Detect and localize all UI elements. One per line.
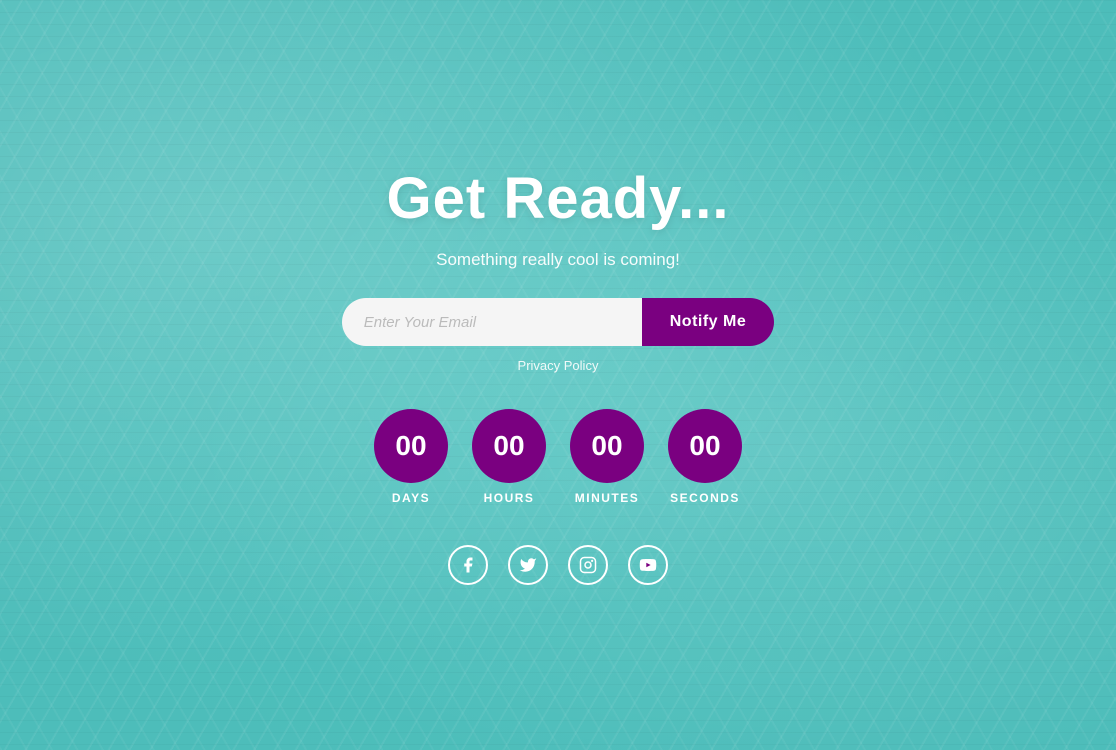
social-icons-container	[448, 545, 668, 585]
countdown-days: 00 DAYS	[374, 409, 448, 505]
instagram-icon[interactable]	[568, 545, 608, 585]
countdown-hours: 00 HOURS	[472, 409, 546, 505]
youtube-icon[interactable]	[628, 545, 668, 585]
minutes-value: 00	[591, 432, 622, 460]
countdown-minutes: 00 MINUTES	[570, 409, 644, 505]
twitter-icon[interactable]	[508, 545, 548, 585]
seconds-value: 00	[689, 432, 720, 460]
countdown-seconds: 00 SECONDS	[668, 409, 742, 505]
days-label: DAYS	[392, 491, 430, 505]
countdown-container: 00 DAYS 00 HOURS 00 MINUTES 00 SECONDS	[374, 409, 742, 505]
subtitle: Something really cool is coming!	[436, 250, 680, 270]
minutes-circle: 00	[570, 409, 644, 483]
page-container: Get Ready... Something really cool is co…	[0, 0, 1116, 750]
days-circle: 00	[374, 409, 448, 483]
email-form: Notify Me	[342, 298, 775, 346]
hours-label: HOURS	[484, 491, 535, 505]
days-value: 00	[395, 432, 426, 460]
hours-circle: 00	[472, 409, 546, 483]
seconds-label: SECONDS	[670, 491, 740, 505]
notify-button[interactable]: Notify Me	[642, 298, 775, 346]
page-title: Get Ready...	[387, 165, 730, 232]
privacy-policy-link[interactable]: Privacy Policy	[518, 358, 599, 373]
seconds-circle: 00	[668, 409, 742, 483]
email-input[interactable]	[342, 298, 642, 346]
hours-value: 00	[493, 432, 524, 460]
facebook-icon[interactable]	[448, 545, 488, 585]
minutes-label: MINUTES	[575, 491, 640, 505]
